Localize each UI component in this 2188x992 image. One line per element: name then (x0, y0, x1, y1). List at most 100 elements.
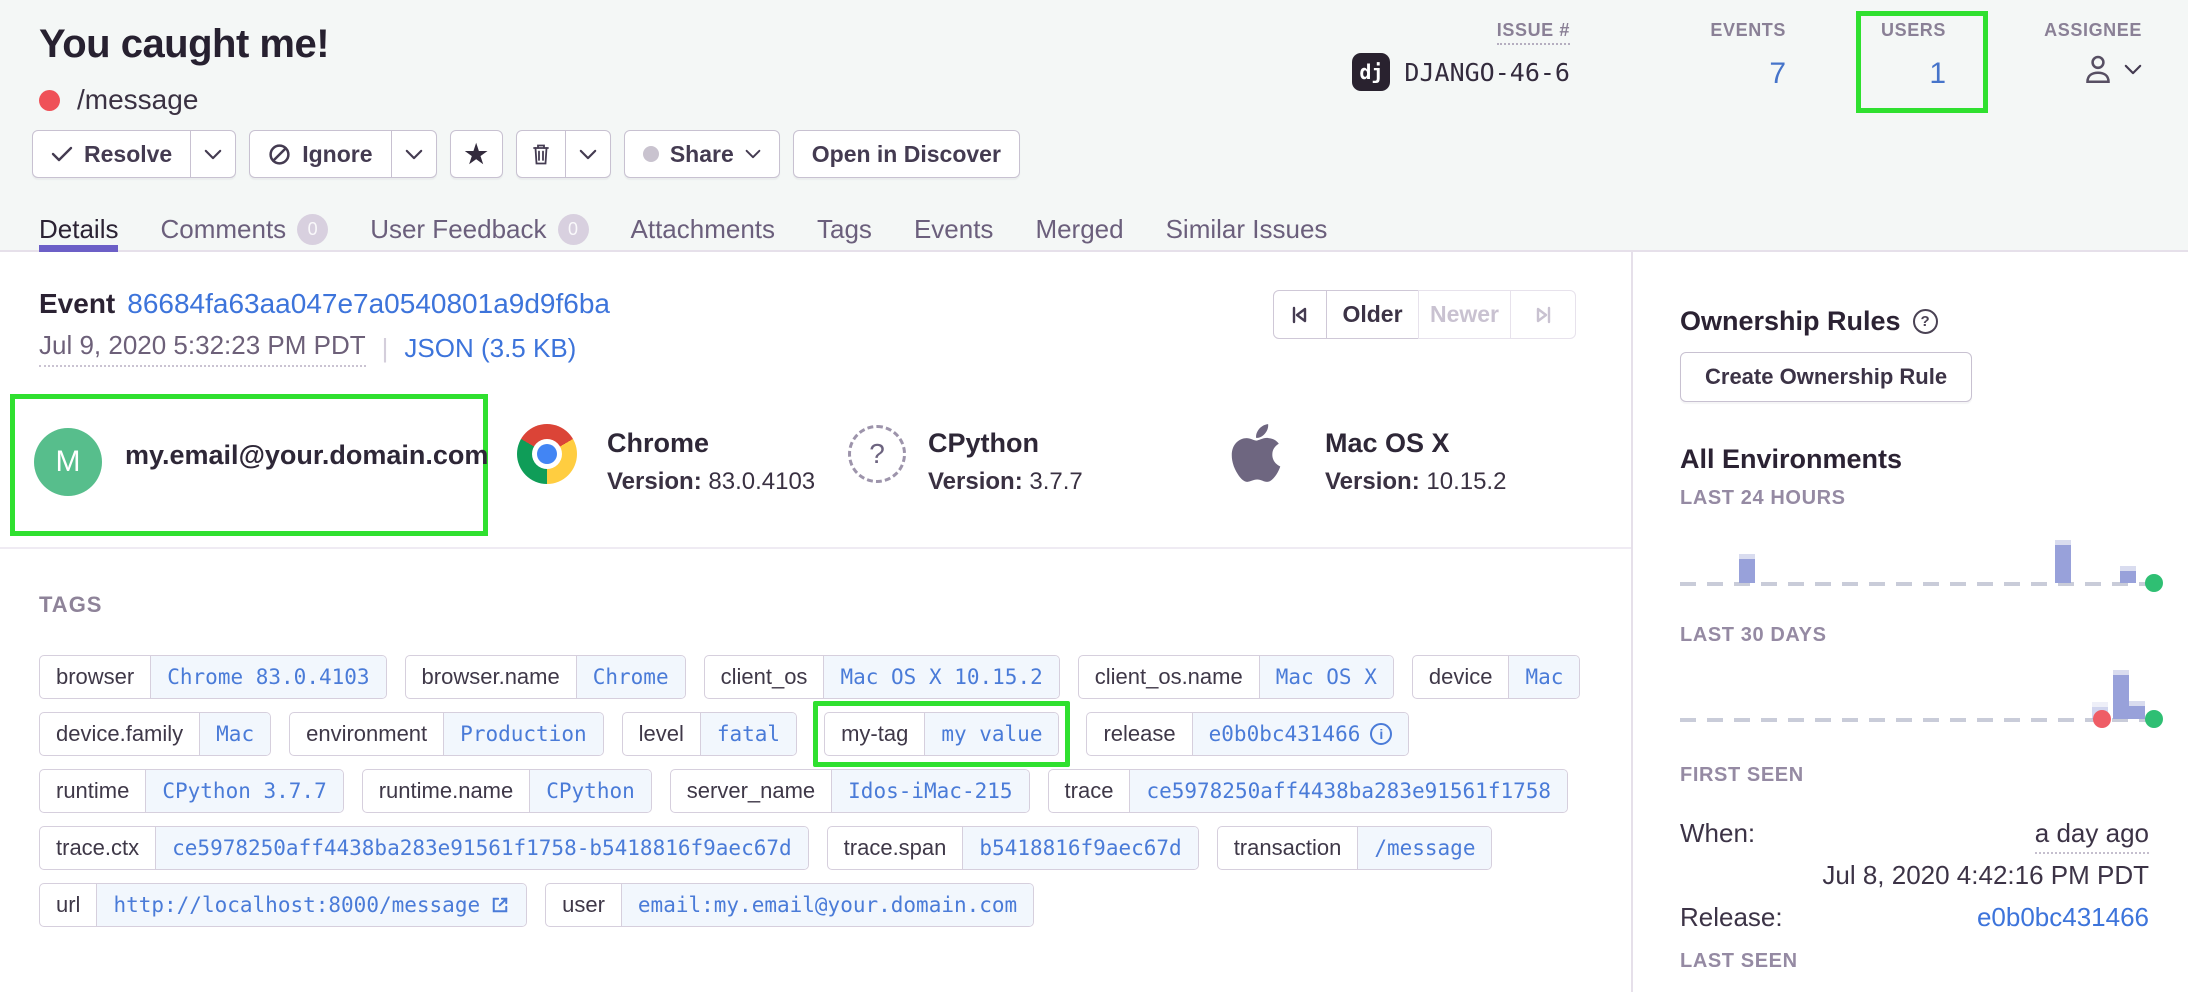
last-24-hours-chart[interactable] (1680, 516, 2149, 594)
tag-value[interactable]: Mac OS X (1276, 665, 1377, 689)
tag-value-cell[interactable]: fatal (700, 713, 796, 755)
trash-icon (531, 143, 551, 165)
tag-value-cell[interactable]: Mac OS X 10.15.2 (823, 656, 1058, 698)
tag-value-cell[interactable]: ce5978250aff4438ba283e91561f1758-b541881… (155, 827, 808, 869)
tag-key: browser (40, 656, 150, 698)
tag-value[interactable]: ce5978250aff4438ba283e91561f1758-b541881… (172, 836, 792, 860)
older-event-button[interactable]: Older (1326, 290, 1420, 339)
tag-key: environment (290, 713, 443, 755)
tag-pill-server_name: server_nameIdos-iMac-215 (670, 769, 1030, 813)
events-label: EVENTS (1710, 20, 1786, 40)
bookmark-button[interactable]: ★ (450, 130, 503, 178)
tag-value-cell[interactable]: CPython (529, 770, 651, 812)
newest-event-button[interactable] (1510, 290, 1576, 339)
chevron-down-icon (2124, 64, 2142, 75)
open-in-discover-button[interactable]: Open in Discover (793, 130, 1020, 178)
issue-number-label: ISSUE # (1497, 20, 1570, 45)
tag-value-cell[interactable]: e0b0bc431466 i (1192, 713, 1409, 755)
tag-value[interactable]: b5418816f9aec67d (979, 836, 1181, 860)
tag-value[interactable]: Chrome (593, 665, 669, 689)
resolve-dropdown-button[interactable] (190, 131, 235, 177)
tag-value-cell[interactable]: Mac OS X (1259, 656, 1393, 698)
event-id-link[interactable]: 86684fa63aa047e7a0540801a9d9f6ba (127, 288, 610, 319)
external-link-icon[interactable] (490, 895, 510, 915)
tag-value-cell[interactable]: Idos-iMac-215 (831, 770, 1028, 812)
tag-value[interactable]: /message (1374, 836, 1475, 860)
tag-value[interactable]: ce5978250aff4438ba283e91561f1758 (1146, 779, 1551, 803)
when-relative[interactable]: a day ago (2035, 818, 2149, 854)
release-info-icon[interactable]: i (1370, 723, 1392, 745)
tab-tags[interactable]: Tags (817, 206, 872, 252)
tab-comments[interactable]: Comments0 (160, 206, 328, 252)
tag-value[interactable]: Production (460, 722, 586, 746)
tab-details[interactable]: Details (39, 206, 118, 252)
tag-value-cell[interactable]: Chrome 83.0.4103 (150, 656, 385, 698)
tag-value[interactable]: Idos-iMac-215 (848, 779, 1012, 803)
tag-value-cell[interactable]: CPython 3.7.7 (145, 770, 342, 812)
release-link[interactable]: e0b0bc431466 (1977, 902, 2149, 933)
tag-value-cell[interactable]: Production (443, 713, 602, 755)
tag-value[interactable]: http://localhost:8000/message (113, 893, 480, 917)
tag-value[interactable]: CPython 3.7.7 (162, 779, 326, 803)
tag-value[interactable]: my value (941, 722, 1042, 746)
tab-attachments[interactable]: Attachments (631, 206, 776, 252)
event-date[interactable]: Jul 9, 2020 5:32:23 PM PDT (39, 330, 366, 367)
create-ownership-rule-button[interactable]: Create Ownership Rule (1680, 352, 1972, 402)
last-30-days-chart[interactable] (1680, 652, 2149, 730)
tag-value-cell[interactable]: b5418816f9aec67d (962, 827, 1197, 869)
event-json-link[interactable]: JSON (3.5 KB) (404, 333, 576, 364)
tag-value-cell[interactable]: email:my.email@your.domain.com (621, 884, 1033, 926)
project-badge-icon: dj (1352, 53, 1390, 91)
tab-user-feedback[interactable]: User Feedback0 (370, 206, 588, 252)
delete-button[interactable] (517, 131, 565, 177)
ignore-button[interactable]: Ignore (250, 131, 390, 177)
tag-value-cell[interactable]: Mac (1508, 656, 1579, 698)
tag-value[interactable]: CPython (546, 779, 635, 803)
tab-similar-issues[interactable]: Similar Issues (1166, 206, 1328, 252)
mute-icon (268, 143, 291, 166)
tag-value-cell[interactable]: http://localhost:8000/message (96, 884, 526, 926)
assignee-label: ASSIGNEE (2044, 20, 2142, 40)
tag-value-cell[interactable]: my value (924, 713, 1058, 755)
tag-value-cell[interactable]: ce5978250aff4438ba283e91561f1758 (1129, 770, 1567, 812)
tag-value[interactable]: Mac (216, 722, 254, 746)
delete-dropdown-button[interactable] (565, 131, 610, 177)
tab-merged[interactable]: Merged (1035, 206, 1123, 252)
issue-id[interactable]: DJANGO-46-6 (1404, 58, 1570, 87)
tag-key: runtime (40, 770, 145, 812)
tag-key: device (1413, 656, 1509, 698)
tag-value-cell[interactable]: Chrome (576, 656, 685, 698)
tag-key: my-tag (825, 713, 924, 755)
first-seen-when-row: When: a day ago (1680, 818, 2149, 854)
tag-value[interactable]: fatal (717, 722, 780, 746)
chart-bar (1739, 559, 1755, 583)
tag-value[interactable]: Mac OS X 10.15.2 (840, 665, 1042, 689)
tag-key: transaction (1218, 827, 1358, 869)
newer-event-button[interactable]: Newer (1418, 290, 1511, 339)
star-icon: ★ (465, 141, 488, 167)
ignore-dropdown-button[interactable] (391, 131, 436, 177)
chrome-icon (517, 424, 577, 484)
tag-value-cell[interactable]: /message (1357, 827, 1491, 869)
tab-count-badge: 0 (297, 214, 328, 245)
tab-events[interactable]: Events (914, 206, 994, 252)
tag-pill-trace: tracece5978250aff4438ba283e91561f1758 (1048, 769, 1569, 813)
events-count[interactable]: 7 (1660, 57, 1786, 91)
last-30-days-label: LAST 30 DAYS (1680, 624, 1827, 647)
discover-label: Open in Discover (812, 141, 1001, 168)
event-title-line: Event86684fa63aa047e7a0540801a9d9f6ba (39, 288, 610, 320)
tag-key: trace.span (828, 827, 963, 869)
stat-events: EVENTS 7 (1660, 20, 1786, 91)
tag-value[interactable]: email:my.email@your.domain.com (638, 893, 1017, 917)
share-button[interactable]: Share (624, 130, 780, 178)
tag-pill-user: useremail:my.email@your.domain.com (545, 883, 1034, 927)
tag-value[interactable]: Chrome 83.0.4103 (167, 665, 369, 689)
culprit: /message (77, 84, 198, 116)
tag-value-cell[interactable]: Mac (199, 713, 270, 755)
oldest-event-button[interactable] (1273, 290, 1327, 339)
tag-value[interactable]: Mac (1525, 665, 1563, 689)
help-icon[interactable]: ? (1913, 309, 1938, 334)
assignee-dropdown[interactable] (2000, 51, 2142, 87)
resolve-button[interactable]: Resolve (33, 131, 190, 177)
tag-value[interactable]: e0b0bc431466 (1209, 722, 1361, 746)
